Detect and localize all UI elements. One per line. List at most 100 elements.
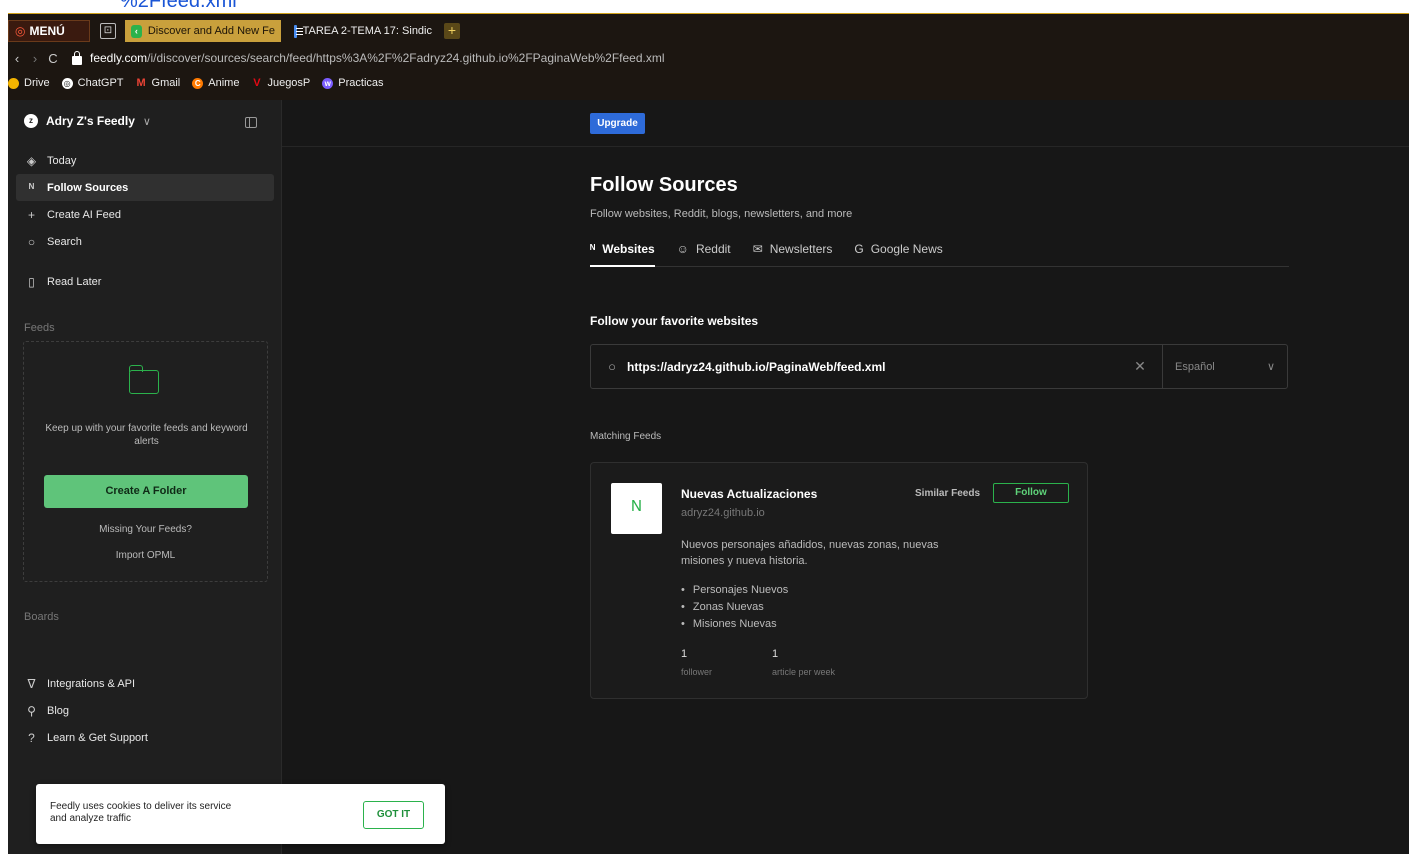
bookmark-anime[interactable]: C Anime: [192, 77, 239, 89]
feed-title[interactable]: Nuevas Actualizaciones: [681, 487, 817, 501]
chevron-down-icon: ∨: [1266, 361, 1275, 373]
rss-icon: ᴺ: [611, 483, 662, 534]
sidebar-item-label: Create AI Feed: [47, 208, 121, 221]
google-icon: G: [854, 242, 864, 256]
workspace-name: Adry Z's Feedly: [46, 114, 135, 128]
bookmark-label: Gmail: [151, 77, 181, 89]
sidebar-item-support[interactable]: ? Learn & Get Support: [16, 724, 274, 751]
plus-icon: +: [27, 207, 35, 222]
browser-menu-button[interactable]: ◎ MENÚ: [8, 20, 90, 42]
bookmark-icon: ▯: [28, 274, 35, 289]
sidebar-item-label: Search: [47, 235, 82, 248]
sidebar-item-today[interactable]: ◈ Today: [16, 147, 274, 174]
feeds-empty-text: Keep up with your favorite feeds and key…: [45, 423, 248, 447]
boards-section-label: Boards: [24, 611, 59, 623]
mail-icon: ✉: [752, 242, 763, 256]
similar-feeds-button[interactable]: Similar Feeds: [915, 488, 980, 499]
bookmark-chatgpt[interactable]: ◎ ChatGPT: [61, 77, 124, 89]
url-host: feedly.com: [90, 51, 148, 65]
page-subtitle: Follow websites, Reddit, blogs, newslett…: [590, 208, 853, 220]
sidebar-item-create-ai-feed[interactable]: + Create AI Feed: [16, 201, 274, 228]
clear-icon[interactable]: ✕: [1118, 358, 1162, 375]
sidebar-item-search[interactable]: ○ Search: [16, 228, 274, 255]
upgrade-button[interactable]: Upgrade: [590, 113, 645, 134]
sidebar-bottom-nav: ᐁ Integrations & API ⚲ Blog ? Learn & Get S…: [16, 670, 274, 751]
forward-arrow-icon[interactable]: ›: [26, 51, 44, 66]
new-tab-button[interactable]: +: [444, 23, 460, 39]
bookmarks-bar: Drive ◎ ChatGPT M Gmail C Anime V JuegosP wP…: [8, 71, 1409, 95]
url-field[interactable]: feedly.com/i/discover/sources/search/fee…: [90, 51, 665, 65]
sidebar-item-label: Today: [47, 154, 77, 167]
feedly-app: z Adry Z's Feedly ∨ ◈ Today ᴺ Follow Sourc…: [8, 100, 1409, 854]
sidebar-collapse-icon[interactable]: [245, 117, 257, 128]
source-search-box: ○ ✕ Español ∨: [590, 344, 1288, 389]
bookmark-drive[interactable]: Drive: [8, 77, 50, 89]
avatar: z: [24, 114, 38, 128]
sidebar-item-integrations[interactable]: ᐁ Integrations & API: [16, 670, 274, 697]
tab-label: Discover and Add New Fe: [147, 25, 275, 37]
tab-islands-icon[interactable]: ⊡: [100, 23, 116, 39]
follow-button[interactable]: Follow: [993, 483, 1069, 503]
sidebar-item-blog[interactable]: ⚲ Blog: [16, 697, 274, 724]
source-tabs: ᴺ Websites ☺ Reddit ✉ Newsletters G Google N…: [590, 242, 1289, 267]
rss-icon: ᴺ: [590, 242, 596, 256]
sidebar-item-label: Follow Sources: [47, 181, 129, 194]
sidebar: z Adry Z's Feedly ∨ ◈ Today ᴺ Follow Sourc…: [8, 100, 282, 854]
bookmark-gmail[interactable]: M Gmail: [136, 76, 181, 89]
sidebar-item-label: Integrations & API: [47, 677, 136, 690]
bookmark-practicas[interactable]: w Practicas: [322, 77, 384, 89]
sidebar-item-label: Learn & Get Support: [47, 731, 148, 744]
favorites-heading: Follow your favorite websites: [590, 314, 759, 328]
search-icon: ○: [27, 234, 36, 249]
feedly-favicon-icon: ‹: [131, 24, 142, 38]
plug-icon: ᐁ: [27, 676, 36, 691]
url-path: /i/discover/sources/search/feed/https%3A…: [147, 51, 665, 65]
document-link-fragment[interactable]: %2Ffeed.xml: [120, 0, 237, 8]
practicas-icon: w: [322, 77, 334, 89]
feed-items-list: Personajes Nuevos Zonas Nuevas Misiones …: [681, 582, 788, 633]
cookie-banner: Feedly uses cookies to deliver its servi…: [36, 784, 445, 844]
chatgpt-icon: ◎: [61, 77, 73, 89]
tab-label: Reddit: [695, 242, 731, 256]
today-icon: ◈: [26, 153, 37, 168]
got-it-button[interactable]: GOT IT: [363, 801, 424, 829]
sidebar-item-follow-sources[interactable]: ᴺ Follow Sources: [16, 174, 274, 201]
tab-newsletters[interactable]: ✉ Newsletters: [753, 242, 833, 267]
source-search-input[interactable]: [627, 359, 1118, 374]
tab-bar: ◎ MENÚ ⊡ ‹ Discover and Add New Fe TAREA…: [8, 13, 1409, 45]
page-title: Follow Sources: [590, 174, 738, 196]
bookmark-label: JuegosP: [267, 77, 311, 89]
vercel-v-icon: V: [253, 76, 261, 89]
tab-google-news[interactable]: G Google News: [854, 242, 942, 267]
list-item: Personajes Nuevos: [681, 582, 788, 599]
header-divider: [282, 146, 1409, 147]
tab-label: Newsletters: [769, 242, 833, 256]
tab-websites[interactable]: ᴺ Websites: [590, 242, 655, 267]
bookmark-label: Practicas: [338, 77, 384, 89]
feed-card[interactable]: ᴺ Nuevas Actualizaciones adryz24.github.…: [590, 462, 1088, 699]
missing-feeds-link[interactable]: Missing Your Feeds?: [24, 524, 267, 535]
feed-description: Nuevos personajes añadidos, nuevas zonas…: [681, 539, 939, 567]
sidebar-item-read-later[interactable]: ▯ Read Later: [16, 268, 274, 295]
tab-reddit[interactable]: ☺ Reddit: [677, 242, 731, 267]
language-value: Español: [1175, 360, 1215, 373]
gmail-icon: M: [136, 76, 146, 89]
back-arrow-icon[interactable]: ‹: [8, 51, 26, 66]
import-opml-link[interactable]: Import OPML: [24, 550, 267, 561]
menu-label: MENÚ: [29, 24, 65, 38]
articles-label: article per week: [772, 667, 836, 677]
bookmark-juegosp[interactable]: V JuegosP: [251, 77, 310, 89]
google-docs-favicon-icon: [294, 24, 302, 38]
drive-icon: [8, 77, 19, 89]
sidebar-nav: ◈ Today ᴺ Follow Sources + Create AI Feed ○…: [16, 147, 274, 295]
follow-sources-panel: Follow Sources Follow websites, Reddit, …: [590, 174, 1290, 699]
reload-icon[interactable]: C: [44, 51, 62, 66]
list-item: Zonas Nuevas: [681, 599, 788, 616]
tab-feedly-discover[interactable]: ‹ Discover and Add New Fe: [125, 20, 281, 42]
language-select[interactable]: Español ∨: [1162, 345, 1287, 388]
followers-label: follower: [681, 667, 713, 677]
workspace-switcher[interactable]: z Adry Z's Feedly ∨: [24, 114, 151, 128]
create-folder-button[interactable]: Create A Folder: [44, 475, 248, 508]
tab-tarea[interactable]: TAREA 2-TEMA 17: Sindic: [288, 20, 438, 42]
feeds-empty-state: Keep up with your favorite feeds and key…: [23, 341, 268, 582]
